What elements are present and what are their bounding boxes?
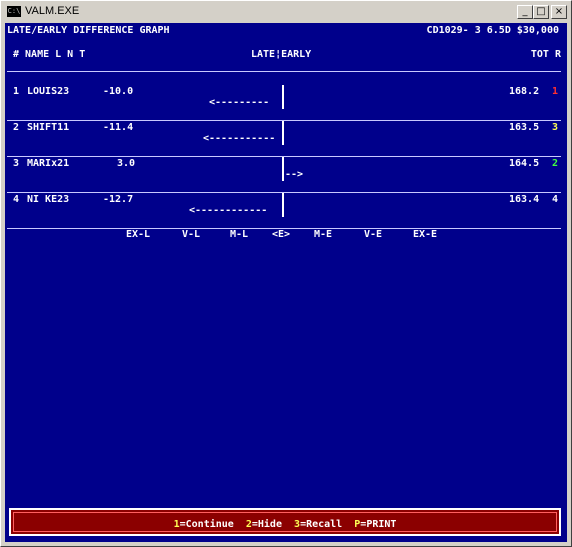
dos-screen: LATE/EARLY DIFFERENCE GRAPH CD1029- 3 6.… xyxy=(5,23,567,542)
maximize-button[interactable]: □ xyxy=(533,5,549,19)
menu-label: =Continue xyxy=(179,519,234,530)
console-icon[interactable]: C:\ xyxy=(7,6,21,17)
scale-label: <E> xyxy=(272,229,291,240)
divider xyxy=(7,71,561,72)
divider xyxy=(7,192,561,193)
row-number: 2 xyxy=(13,122,20,133)
row-total: 164.5 xyxy=(509,158,540,169)
divider xyxy=(7,120,561,121)
scale-label: V-E xyxy=(364,229,383,240)
menu-item-recall[interactable]: 3=Recall xyxy=(294,519,342,530)
window-title: VALM.EXE xyxy=(25,5,80,17)
menu-item-continue[interactable]: 1=Continue xyxy=(174,519,234,530)
early-arrow: --> xyxy=(285,169,304,180)
row-name: NI KE23 xyxy=(27,194,70,205)
row-diff: -12.7 xyxy=(103,194,134,205)
row-total: 163.4 xyxy=(509,194,540,205)
column-header-left: # NAME L N T xyxy=(13,49,86,60)
menu-item-print[interactable]: P=PRINT xyxy=(354,519,396,530)
scale-label: M-L xyxy=(230,229,249,240)
divider xyxy=(7,156,561,157)
row-number: 3 xyxy=(13,158,20,169)
center-line xyxy=(282,121,284,145)
menu-label: =Recall xyxy=(300,519,343,530)
menu-label: =PRINT xyxy=(360,519,397,530)
row-total: 163.5 xyxy=(509,122,540,133)
screen-title: LATE/EARLY DIFFERENCE GRAPH xyxy=(7,25,170,36)
title-bar[interactable]: C:\ VALM.EXE _ □ × xyxy=(3,3,569,21)
race-info: CD1029- 3 6.5D $30,000 xyxy=(426,25,559,36)
scale-label: V-L xyxy=(182,229,201,240)
scale-label: M-E xyxy=(314,229,333,240)
command-bar: 1=Continue 2=Hide 3=Recall P=PRINT xyxy=(9,508,561,536)
minimize-button[interactable]: _ xyxy=(517,5,533,19)
late-arrow: <----------- xyxy=(203,133,276,144)
row-name: MARIx21 xyxy=(27,158,70,169)
column-header-center: LATE¦EARLY xyxy=(251,49,312,60)
row-diff: 3.0 xyxy=(117,158,136,169)
row-rank: 4 xyxy=(552,194,559,205)
scale-label: EX-L xyxy=(126,229,151,240)
row-rank: 1 xyxy=(552,86,559,97)
menu-label: =Hide xyxy=(251,519,282,530)
menu-item-hide[interactable]: 2=Hide xyxy=(246,519,282,530)
row-diff: -11.4 xyxy=(103,122,134,133)
late-arrow: <------------ xyxy=(189,205,268,216)
command-menu: 1=Continue 2=Hide 3=Recall P=PRINT xyxy=(11,519,559,530)
row-number: 4 xyxy=(13,194,20,205)
row-rank: 2 xyxy=(552,158,559,169)
center-line xyxy=(282,193,284,217)
row-number: 1 xyxy=(13,86,20,97)
close-button[interactable]: × xyxy=(551,5,567,19)
app-window: C:\ VALM.EXE _ □ × LATE/EARLY DIFFERENCE… xyxy=(0,0,572,547)
row-diff: -10.0 xyxy=(103,86,134,97)
center-line xyxy=(282,85,284,109)
center-line xyxy=(282,157,284,181)
row-name: SHIFT11 xyxy=(27,122,70,133)
late-arrow: <--------- xyxy=(209,97,270,108)
column-header-right: TOT R xyxy=(530,49,561,60)
row-rank: 3 xyxy=(552,122,559,133)
row-name: LOUIS23 xyxy=(27,86,70,97)
scale-label: EX-E xyxy=(413,229,438,240)
row-total: 168.2 xyxy=(509,86,540,97)
